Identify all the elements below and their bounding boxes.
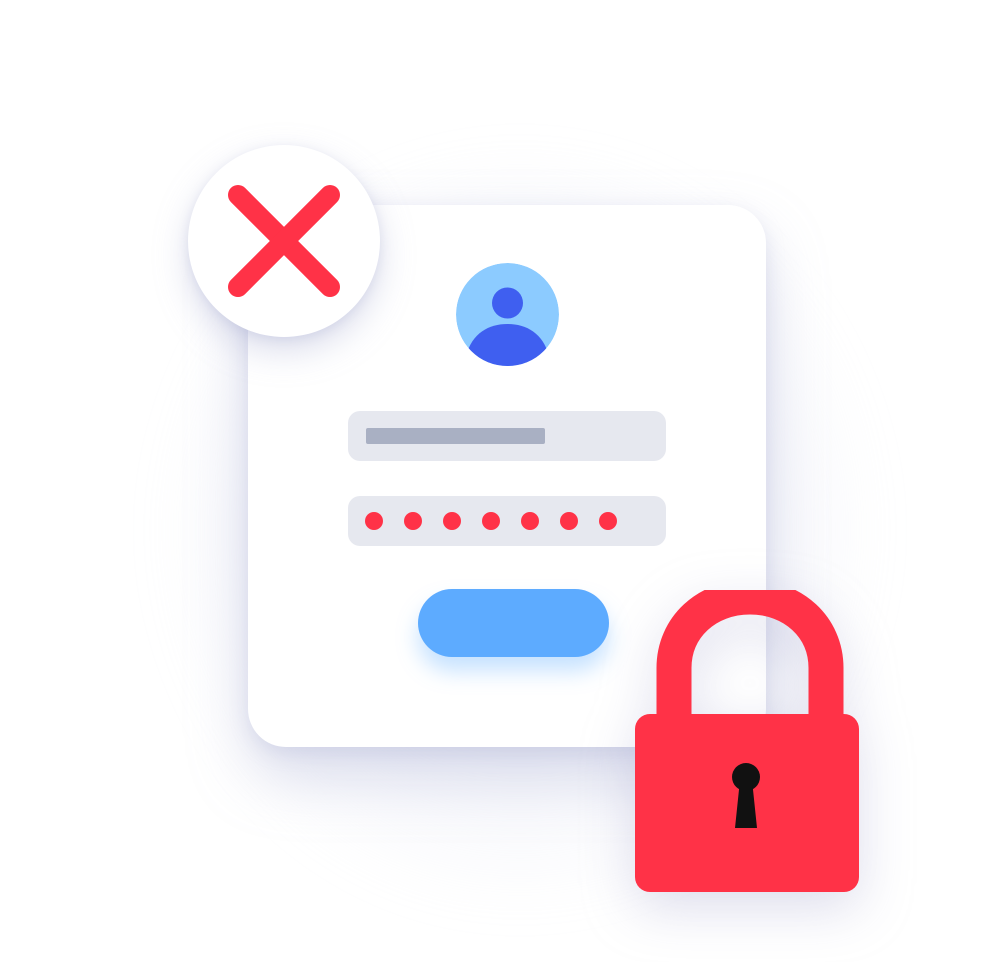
username-field[interactable] [348, 411, 666, 461]
password-dot [443, 512, 461, 530]
close-x-icon [228, 185, 340, 297]
avatar-head [492, 287, 523, 319]
password-dot [482, 512, 500, 530]
password-dot [404, 512, 422, 530]
error-badge [188, 145, 380, 337]
password-dot [599, 512, 617, 530]
login-button[interactable] [418, 589, 609, 657]
username-placeholder-bar [366, 428, 545, 444]
login-failed-illustration [0, 0, 1000, 962]
padlock-icon [630, 579, 870, 900]
password-masked-dots [365, 512, 617, 530]
padlock-shackle [656, 579, 844, 716]
password-field[interactable] [348, 496, 666, 546]
password-dot [521, 512, 539, 530]
password-dot [365, 512, 383, 530]
password-dot [560, 512, 578, 530]
user-avatar-icon [456, 263, 559, 366]
